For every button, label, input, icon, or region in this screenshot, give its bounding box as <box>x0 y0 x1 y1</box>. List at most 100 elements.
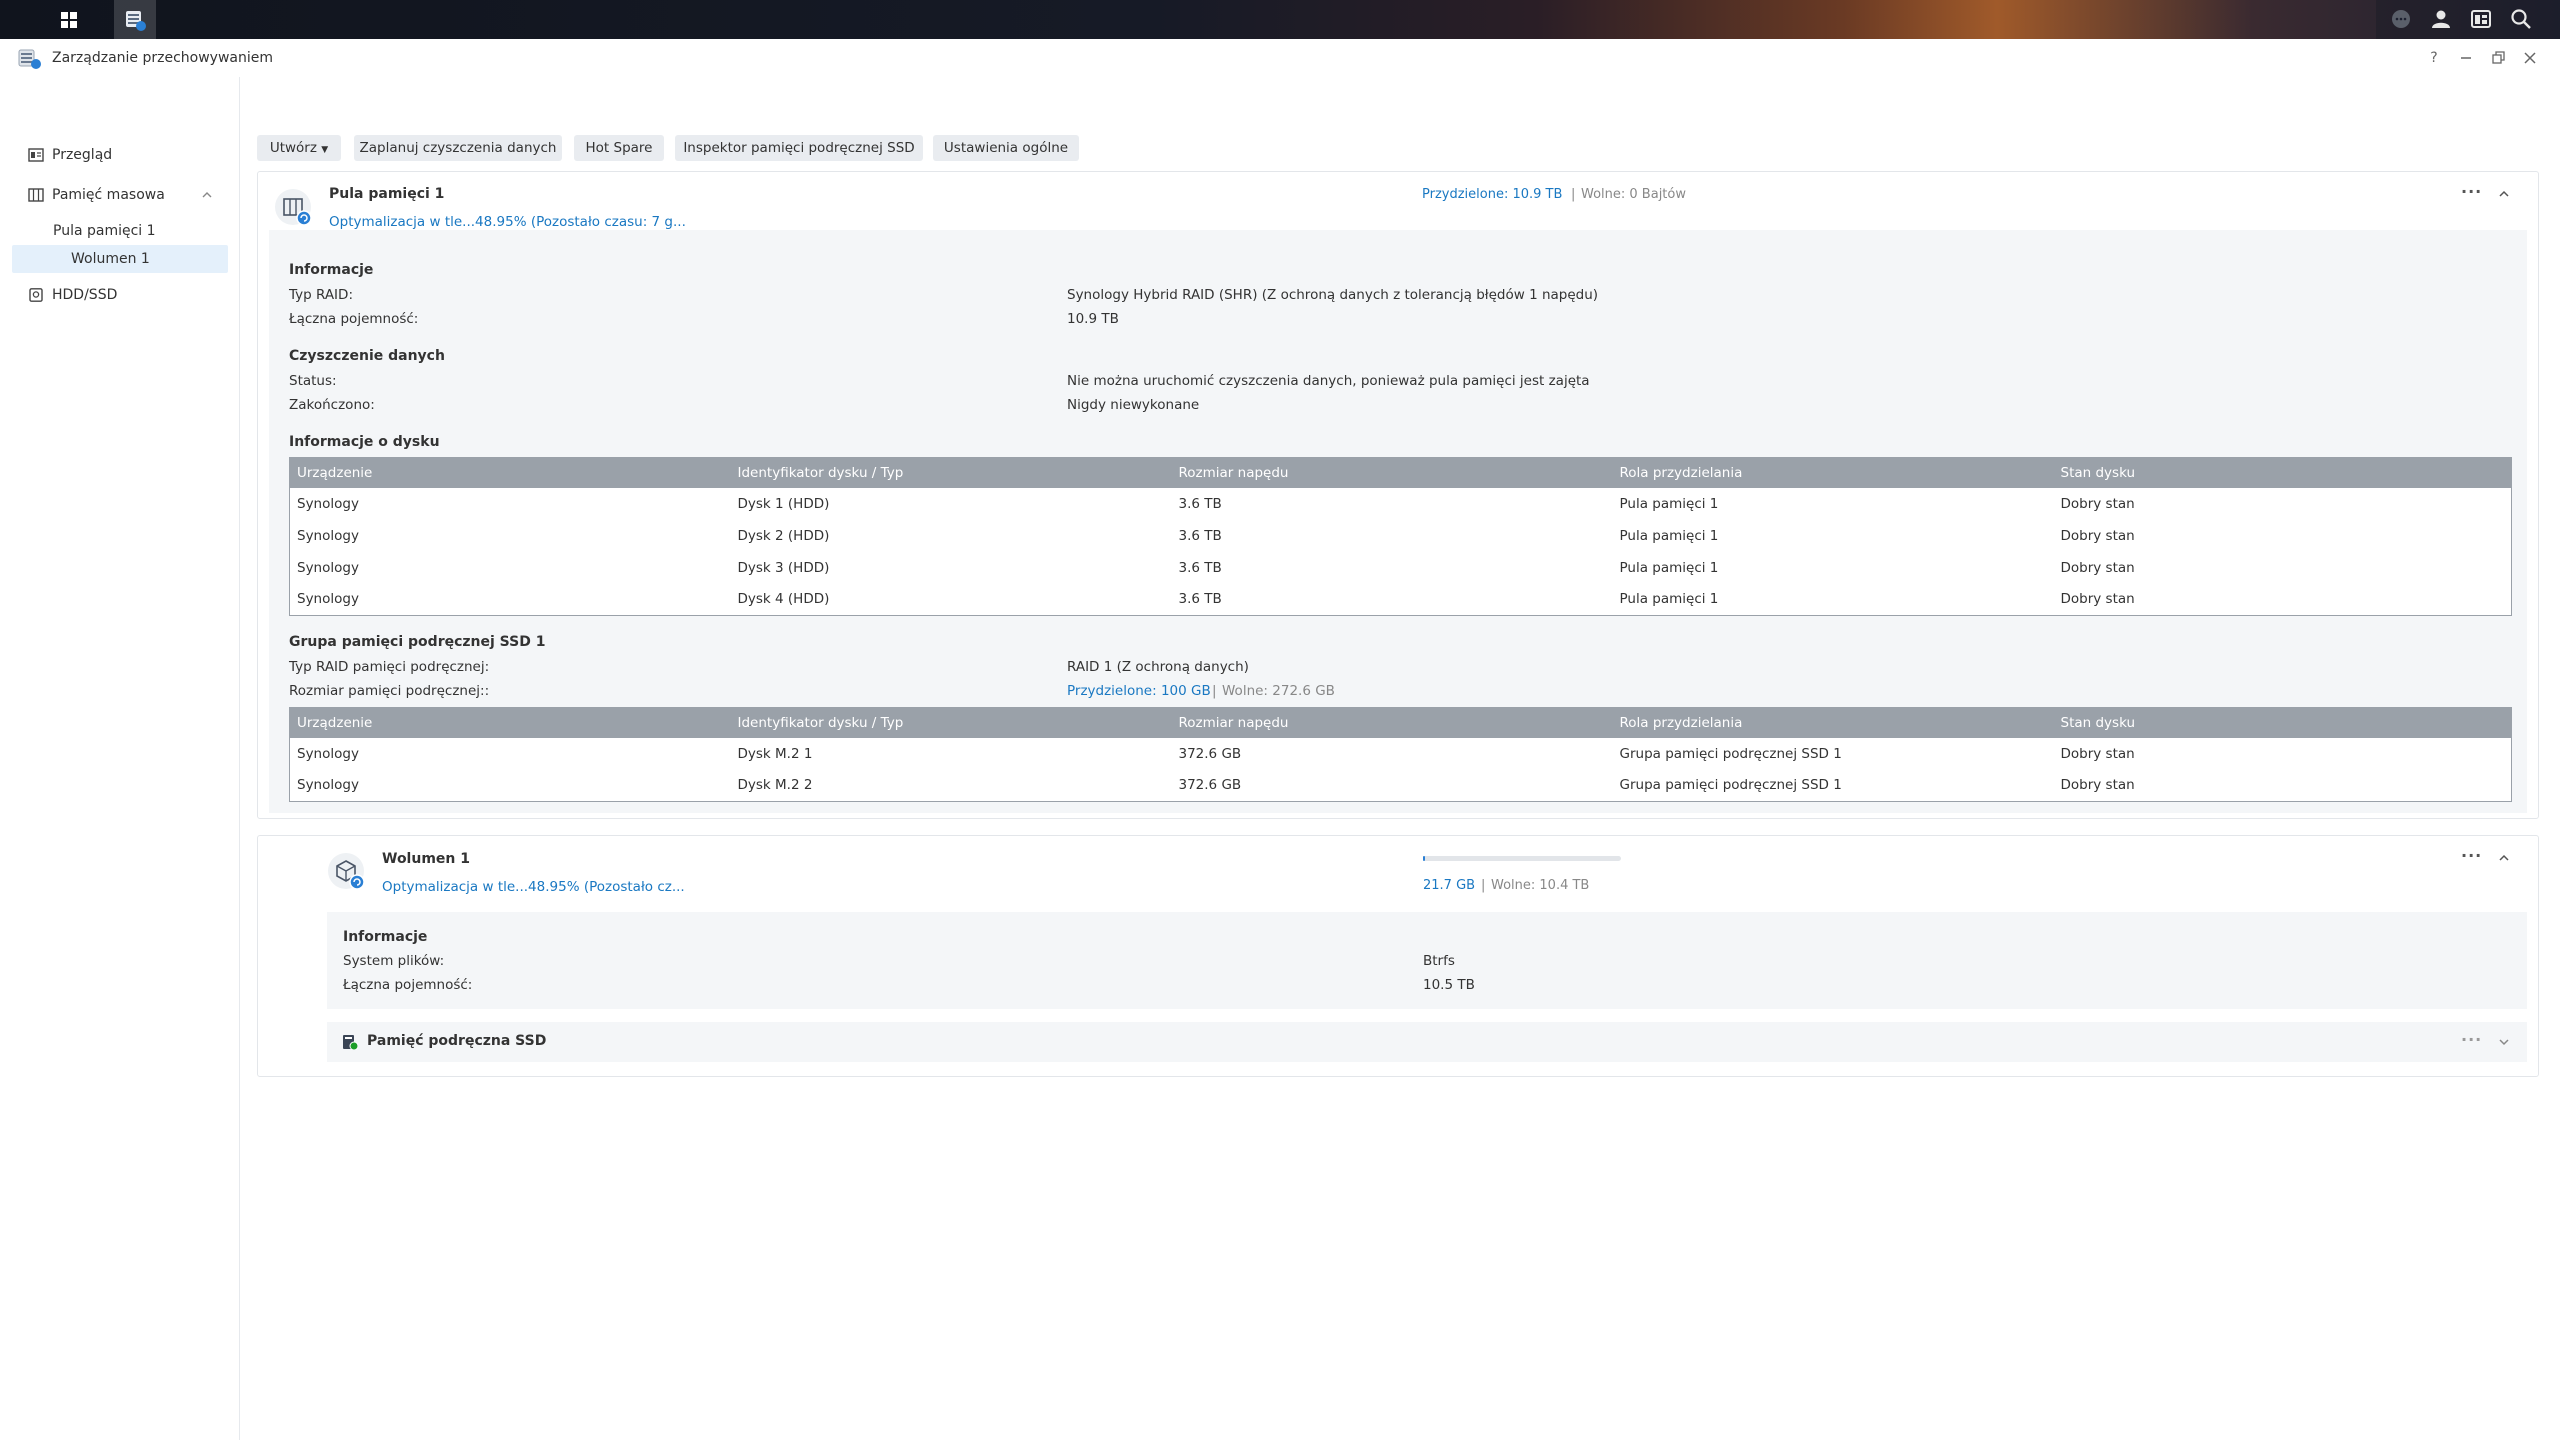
table-cell: Synology <box>297 527 359 544</box>
scrub-finished-label: Zakończono: <box>289 397 375 413</box>
table-cell: 372.6 GB <box>1178 777 1242 794</box>
disk-status-cell: Dobry stan <box>2060 777 2135 794</box>
table-cell: Dysk 2 (HDD) <box>737 527 830 544</box>
table-cell: Dysk 1 (HDD) <box>737 495 830 512</box>
storage-pool-icon <box>275 189 312 226</box>
column-header: Urządzenie <box>289 457 731 488</box>
sidebar-item-storage-pool-1[interactable]: Pula pamięci 1 <box>0 217 240 245</box>
table-row[interactable]: Synology Dysk 3 (HDD) 3.6 TB Pula pamięci 1… <box>290 552 2512 584</box>
pool-free: Wolne: 0 Bajtów <box>1581 187 1686 202</box>
widgets-icon[interactable] <box>2470 8 2492 30</box>
hot-spare-button[interactable]: Hot Spare <box>574 135 664 161</box>
column-header: Rola przydzielania <box>1612 457 2054 488</box>
table-row[interactable]: Synology Dysk M.2 1 372.6 GB Grupa pamięci … <box>290 738 2512 770</box>
minimize-icon[interactable] <box>2456 48 2476 68</box>
caret-down-icon: ▼ <box>321 145 329 155</box>
total-capacity-value: 10.9 TB <box>1067 311 1119 327</box>
sidebar: Przegląd Pamięć masowa Pula pamięci 1 Wo… <box>0 77 240 1440</box>
ssd-cache-section[interactable]: Pamięć podręczna SSD ··· <box>327 1022 2527 1062</box>
overview-icon <box>28 148 44 162</box>
ssd-cache-table: Urządzenie Identyfikator dysku / Typ Roz… <box>289 707 2512 802</box>
chevron-up-icon[interactable] <box>202 191 212 199</box>
cache-size-free: Wolne: 272.6 GB <box>1222 683 1335 699</box>
table-cell: Dysk 4 (HDD) <box>737 591 830 608</box>
cache-raid-label: Typ RAID pamięci podręcznej: <box>289 659 490 675</box>
chevron-up-icon[interactable] <box>2498 188 2510 200</box>
create-dropdown-button[interactable]: Utwórz ▼ <box>257 135 341 161</box>
table-cell: Dysk M.2 2 <box>737 777 813 794</box>
chat-icon[interactable] <box>2390 8 2412 30</box>
pool-allocated: Przydzielone: 10.9 TB <box>1422 187 1563 202</box>
table-cell: Synology <box>297 495 359 512</box>
table-cell: 3.6 TB <box>1178 527 1222 544</box>
storage-manager-icon <box>126 10 146 31</box>
raid-type-value: Synology Hybrid RAID (SHR) (Z ochroną da… <box>1067 287 1599 303</box>
search-icon[interactable] <box>2510 8 2532 30</box>
table-row[interactable]: Synology Dysk 2 (HDD) 3.6 TB Pula pamięci 1… <box>290 520 2512 552</box>
table-row[interactable]: Synology Dysk 4 (HDD) 3.6 TB Pula pamięci 1… <box>290 584 2512 616</box>
table-row[interactable]: Synology Dysk 1 (HDD) 3.6 TB Pula pamięci 1… <box>290 488 2512 520</box>
chevron-down-icon[interactable] <box>2498 1036 2510 1048</box>
table-cell: 3.6 TB <box>1178 559 1222 576</box>
close-icon[interactable] <box>2520 48 2540 68</box>
cache-raid-value: RAID 1 (Z ochroną danych) <box>1067 659 1249 675</box>
pool-separator: | <box>1571 187 1576 202</box>
table-cell: Synology <box>297 745 359 762</box>
volume-usage-fill <box>1423 856 1425 861</box>
scrub-status-value: Nie można uruchomić czyszczenia danych, … <box>1067 373 1590 389</box>
main-menu-button[interactable] <box>48 0 90 39</box>
filesystem-value: Btrfs <box>1423 953 1455 969</box>
disk-status-cell: Dobry stan <box>2060 745 2135 762</box>
sidebar-item-label: Przegląd <box>52 147 113 163</box>
sidebar-item-label: Pamięć masowa <box>52 187 165 203</box>
volume-capacity-value: 10.5 TB <box>1423 977 1475 993</box>
more-options-icon[interactable]: ··· <box>2461 182 2482 201</box>
storage-icon <box>28 188 44 202</box>
table-cell: Pula pamięci 1 <box>1619 559 1719 576</box>
sidebar-item-storage[interactable]: Pamięć masowa <box>0 181 240 209</box>
table-cell: 372.6 GB <box>1178 745 1242 762</box>
more-options-icon[interactable]: ··· <box>2461 846 2482 865</box>
pool-info-title: Informacje <box>289 262 374 278</box>
sidebar-item-volume-1[interactable]: Wolumen 1 <box>12 245 228 273</box>
table-cell: 3.6 TB <box>1178 591 1222 608</box>
table-row[interactable]: Synology Dysk M.2 2 372.6 GB Grupa pamięci … <box>290 770 2512 802</box>
volume-details: Informacje System plików: Btrfs Łączna p… <box>327 912 2527 1009</box>
volume-icon <box>328 853 365 890</box>
pool-title: Pula pamięci 1 <box>329 186 445 202</box>
column-header: Stan dysku <box>2053 457 2512 488</box>
volume-status: Optymalizacja w tle...48.95% (Pozostało … <box>382 879 685 895</box>
sidebar-item-overview[interactable]: Przegląd <box>0 141 240 169</box>
chevron-up-icon[interactable] <box>2498 852 2510 864</box>
taskbar <box>0 0 2560 39</box>
disk-status-cell: Dobry stan <box>2060 527 2135 544</box>
ssd-group-title: Grupa pamięci podręcznej SSD 1 <box>289 634 546 650</box>
help-button[interactable]: ? <box>2424 48 2444 68</box>
table-header-row: Urządzenie Identyfikator dysku / Typ Roz… <box>289 707 2512 738</box>
disk-status-cell: Dobry stan <box>2060 495 2135 512</box>
scrub-title: Czyszczenie danych <box>289 348 445 364</box>
filesystem-label: System plików: <box>343 953 445 969</box>
table-cell: 3.6 TB <box>1178 495 1222 512</box>
column-header: Rozmiar napędu <box>1171 457 1613 488</box>
column-header: Rola przydzielania <box>1612 707 2054 738</box>
pool-details: Informacje Typ RAID: Synology Hybrid RAI… <box>269 230 2527 813</box>
user-icon[interactable] <box>2430 8 2452 30</box>
volume-title: Wolumen 1 <box>382 851 470 867</box>
sidebar-item-label: Wolumen 1 <box>71 251 150 267</box>
taskbar-storage-manager-button[interactable] <box>114 0 156 39</box>
schedule-scrub-button[interactable]: Zaplanuj czyszczenia danych <box>354 135 562 161</box>
scrub-finished-value: Nigdy niewykonane <box>1067 397 1200 413</box>
more-options-icon[interactable]: ··· <box>2461 1030 2482 1049</box>
sidebar-item-hdd-ssd[interactable]: HDD/SSD <box>0 281 240 309</box>
table-cell: Pula pamięci 1 <box>1619 495 1719 512</box>
ssd-inspector-button[interactable]: Inspektor pamięci podręcznej SSD <box>675 135 923 161</box>
table-cell: Dysk M.2 1 <box>737 745 813 762</box>
table-cell: Pula pamięci 1 <box>1619 527 1719 544</box>
grid-icon <box>61 11 77 28</box>
disk-status-cell: Dobry stan <box>2060 591 2135 608</box>
storage-manager-window: Zarządzanie przechowywaniem ? Przegląd P… <box>0 39 2560 1440</box>
restore-icon[interactable] <box>2488 48 2508 68</box>
volume-info-title: Informacje <box>343 929 428 945</box>
general-settings-button[interactable]: Ustawienia ogólne <box>933 135 1079 161</box>
